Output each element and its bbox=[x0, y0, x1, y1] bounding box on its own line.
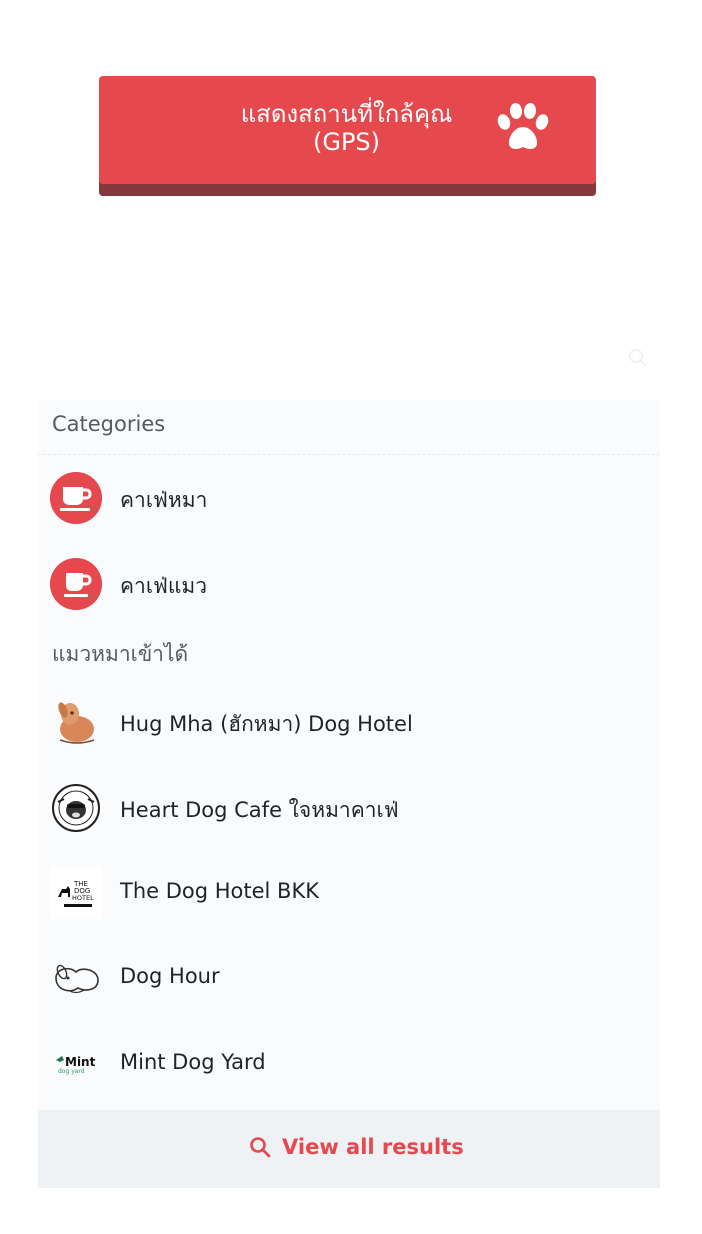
place-item-heart-dog-cafe[interactable]: Heart Dog Cafe ใจหมาคาเฟ่ bbox=[38, 768, 660, 848]
place-label: The Dog Hotel BKK bbox=[120, 879, 320, 903]
category-label: คาเฟ่หมา bbox=[120, 488, 208, 512]
view-all-content: View all results bbox=[248, 1132, 464, 1162]
place-label: Heart Dog Cafe ใจหมาคาเฟ่ bbox=[120, 798, 399, 822]
svg-text:Mint: Mint bbox=[65, 1055, 96, 1069]
paw-icon bbox=[497, 103, 549, 149]
dog-hour-logo bbox=[55, 964, 99, 994]
hug-mha-logo bbox=[58, 702, 95, 744]
show-nearby-gps-button[interactable]: แสดงสถานที่ใกล้คุณ (GPS) bbox=[99, 76, 596, 196]
gps-button-label: แสดงสถานที่ใกล้คุณ (GPS) bbox=[240, 100, 453, 156]
view-all-results-button[interactable]: View all results bbox=[38, 1110, 660, 1188]
place-item-hug-mha[interactable]: Hug Mha (ฮักหมา) Dog Hotel bbox=[38, 682, 660, 762]
place-label: Dog Hour bbox=[120, 964, 220, 988]
coffee-cup-icon bbox=[50, 558, 102, 610]
category-item-cat-cafe[interactable]: คาเฟ่แมว bbox=[38, 544, 660, 624]
place-item-dog-hour[interactable]: Dog Hour bbox=[38, 938, 660, 1018]
mint-dog-yard-logo: Mint dog yard bbox=[56, 1055, 96, 1075]
search-results-panel: Categories คาเฟ่หมา คาเฟ่แมว แมวหมาเข้าไ… bbox=[38, 400, 660, 1188]
place-label: Hug Mha (ฮักหมา) Dog Hotel bbox=[120, 712, 413, 736]
svg-text:HOTEL: HOTEL bbox=[72, 894, 94, 902]
search-input[interactable] bbox=[38, 340, 664, 378]
categories-heading: Categories bbox=[52, 412, 166, 436]
place-label: Mint Dog Yard bbox=[120, 1050, 266, 1074]
search-icon bbox=[250, 1137, 271, 1158]
category-label: คาเฟ่แมว bbox=[120, 574, 208, 598]
places-heading: แมวหมาเข้าได้ bbox=[52, 642, 189, 666]
coffee-cup-icon bbox=[50, 472, 102, 524]
category-item-dog-cafe[interactable]: คาเฟ่หมา bbox=[38, 458, 660, 538]
page: แสดงสถานที่ใกล้คุณ (GPS) Categories คาเฟ… bbox=[0, 0, 702, 1234]
heart-dog-cafe-logo bbox=[52, 784, 100, 832]
the-dog-hotel-logo: THE DOG HOTEL bbox=[50, 867, 102, 919]
view-all-label: View all results bbox=[282, 1135, 464, 1159]
svg-text:dog yard: dog yard bbox=[58, 1068, 85, 1075]
search-icon[interactable] bbox=[628, 348, 648, 368]
place-item-the-dog-hotel-bkk[interactable]: THE DOG HOTEL The Dog Hotel BKK bbox=[38, 853, 660, 933]
search-field[interactable] bbox=[38, 340, 664, 378]
place-item-mint-dog-yard[interactable]: Mint dog yard Mint Dog Yard bbox=[38, 1024, 660, 1104]
section-divider bbox=[38, 454, 660, 455]
